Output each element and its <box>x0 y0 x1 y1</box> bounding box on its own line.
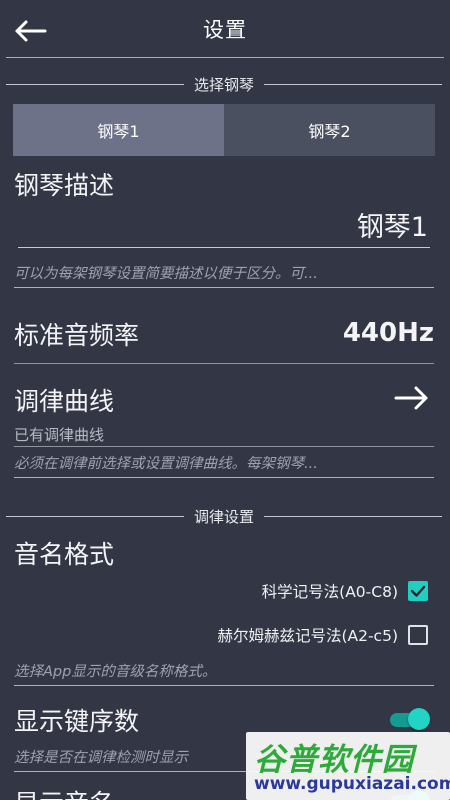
top-bar: 设置 <box>0 0 450 58</box>
arrow-right-icon <box>394 386 428 410</box>
tuning-curve-hint: 必须在调律前选择或设置调律曲线。每架钢琴... <box>14 452 434 478</box>
checkbox-checked[interactable] <box>408 581 428 601</box>
back-button[interactable] <box>10 11 50 51</box>
frequency-value[interactable]: 440Hz <box>343 318 434 348</box>
option-helmholtz[interactable]: 赫尔姆赫兹记号法(A2-c5) <box>217 624 428 646</box>
section-title: 选择钢琴 <box>194 76 255 94</box>
arrow-left-icon <box>15 20 47 42</box>
tuning-curve-label: 调律曲线 <box>14 387 115 416</box>
option-scientific[interactable]: 科学记号法(A0-C8) <box>262 580 428 602</box>
header-divider <box>6 57 444 58</box>
note-format-hint: 选择App显示的音级名称格式。 <box>14 660 434 686</box>
note-format-label: 音名格式 <box>14 540 115 569</box>
tab-piano-2[interactable]: 钢琴2 <box>224 104 435 156</box>
tuning-curve-button[interactable] <box>394 384 430 412</box>
piano-description-hint: 可以为每架钢琴设置简要描述以便于区分。可... <box>14 262 434 288</box>
option-label: 科学记号法(A0-C8) <box>261 583 398 601</box>
section-title: 调律设置 <box>194 508 255 526</box>
tab-piano-1[interactable]: 钢琴1 <box>13 104 224 156</box>
frequency-label: 标准音频率 <box>14 321 140 350</box>
checkbox-unchecked[interactable] <box>408 625 428 645</box>
piano-description-label: 钢琴描述 <box>14 171 115 200</box>
section-divider-piano: 选择钢琴 <box>6 74 443 95</box>
watermark-url: www.gupuxiazai.com <box>254 774 450 794</box>
key-number-toggle[interactable] <box>390 708 430 730</box>
option-label: 赫尔姆赫兹记号法(A2-c5) <box>217 627 398 645</box>
check-icon <box>410 585 426 597</box>
frequency-separator <box>14 363 434 364</box>
tuning-curve-status: 已有调律曲线 <box>14 426 105 444</box>
key-number-label: 显示键序数 <box>14 707 140 736</box>
settings-screen: 设置 选择钢琴 钢琴1 钢琴2 钢琴描述 钢琴1 可以为每架钢琴设置简要描述以便… <box>0 0 450 800</box>
piano-description-input[interactable]: 钢琴1 <box>18 202 430 248</box>
section-divider-tuning: 调律设置 <box>6 506 443 527</box>
piano-selector: 钢琴1 钢琴2 <box>13 104 435 156</box>
page-title: 设置 <box>203 18 247 42</box>
watermark-title: 谷普软件园 <box>254 742 414 778</box>
show-note-name-label: 显示音名 <box>14 784 114 800</box>
tuning-curve-separator <box>14 446 434 447</box>
watermark-logo: 谷普软件园 www.gupuxiazai.com <box>246 732 450 800</box>
